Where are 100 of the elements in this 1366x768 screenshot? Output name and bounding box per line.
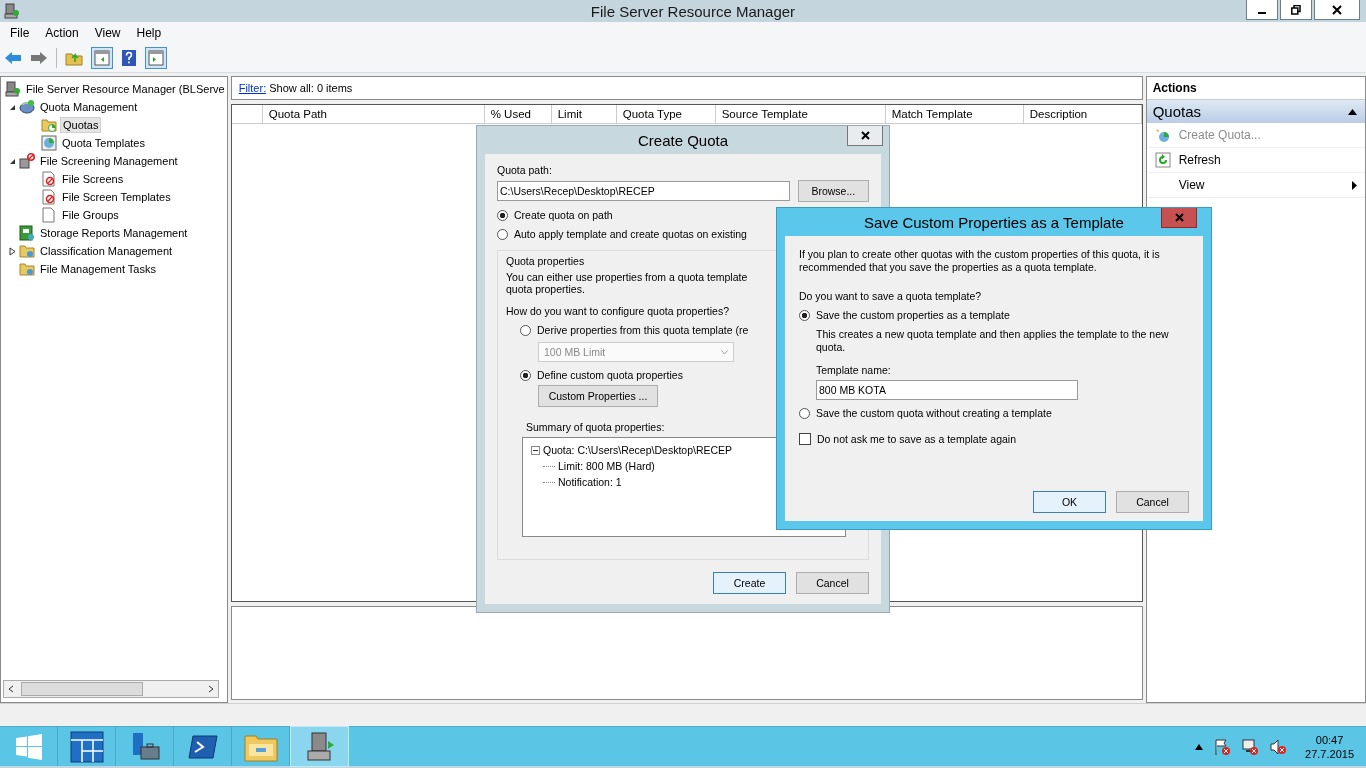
radio-button[interactable]	[520, 369, 531, 381]
default-button[interactable]: OK	[1033, 491, 1106, 513]
submenu-arrow-icon	[1352, 180, 1357, 190]
scroll-thumb[interactable]	[21, 682, 143, 696]
radio-button[interactable]	[799, 407, 810, 419]
dialog-button[interactable]: Cancel	[796, 572, 869, 594]
radio-label: Define custom quota properties	[537, 369, 683, 381]
clock-time: 00:47	[1315, 732, 1344, 747]
radio-label: Auto apply template and create quotas on existing	[514, 228, 747, 240]
dialog-button[interactable]: Cancel	[1116, 491, 1189, 513]
description-text: You can either use properties from a quota template	[506, 271, 748, 283]
summary-label: Summary of quota properties:	[526, 421, 665, 433]
tree-item[interactable]: Storage Reports Management	[38, 226, 190, 240]
horizontal-scrollbar[interactable]	[3, 680, 219, 698]
close-button[interactable]	[1314, 0, 1360, 20]
checkbox-label: Do not ask me to save as a template again	[817, 433, 1017, 445]
folder-up-icon[interactable]	[65, 50, 83, 66]
option-note: This creates a new quota template and then applies the template to the new quota.	[816, 328, 1170, 354]
radio-label: Save the custom properties as a template	[816, 309, 1010, 321]
windows-logo-icon	[15, 733, 42, 760]
folder-icon	[41, 117, 57, 133]
radio-button[interactable]	[497, 228, 508, 240]
expanded-arrow-icon[interactable]	[8, 103, 16, 111]
tree-item: Limit: 800 MB (Hard)	[558, 460, 655, 472]
column-header[interactable]: Limit	[551, 105, 617, 123]
tree-item[interactable]: Classification Management	[38, 244, 175, 258]
radio-button[interactable]	[497, 209, 508, 221]
pie-chart-icon	[41, 135, 57, 151]
question-text: Do you want to save a quota template?	[799, 290, 983, 302]
filter-link[interactable]: Filter:	[238, 82, 267, 94]
column-header[interactable]: % Used	[484, 105, 552, 123]
dialog-title: Save Custom Properties as a Template	[864, 213, 1124, 231]
clock-date: 27.7.2015	[1305, 746, 1354, 761]
description-text: quota properties.	[506, 283, 585, 295]
folder-icon	[19, 261, 35, 277]
tree-item[interactable]: Quotas	[60, 117, 102, 133]
template-name-field[interactable]: 800 MB KOTA	[816, 380, 1078, 400]
browse-button[interactable]: Browse...	[797, 180, 869, 202]
pane-toggle-icon[interactable]	[91, 47, 113, 69]
tree-item[interactable]: File Screen Templates	[60, 190, 173, 204]
restore-icon	[1291, 4, 1301, 15]
tiles-icon	[69, 730, 104, 763]
group-title: Quota properties	[506, 255, 585, 267]
blocked-server-icon	[19, 153, 35, 169]
section-title: Quotas	[1152, 103, 1202, 120]
collapsed-arrow-icon[interactable]	[8, 246, 16, 256]
radio-label: Derive properties from this quota template (re	[537, 324, 749, 336]
command-link[interactable]: Refresh	[1178, 153, 1221, 167]
scroll-left-icon[interactable]	[7, 685, 15, 693]
expanded-arrow-icon[interactable]	[8, 157, 16, 165]
menu-item[interactable]: File	[2, 26, 38, 40]
forward-arrow-icon[interactable]	[30, 51, 48, 65]
field-label: Quota path:	[497, 164, 553, 176]
tree-item[interactable]: File Screens	[60, 172, 126, 186]
tree-item[interactable]: File Management Tasks	[38, 262, 158, 276]
collapse-arrow-icon[interactable]	[1348, 108, 1357, 115]
radio-button[interactable]	[799, 309, 810, 321]
speaker-icon[interactable]	[1269, 737, 1288, 756]
folder-icon	[19, 243, 35, 259]
server-icon	[4, 3, 20, 19]
back-arrow-icon[interactable]	[4, 51, 22, 65]
custom-properties-button[interactable]: Custom Properties ...	[538, 385, 658, 407]
minimize-icon	[1258, 11, 1266, 14]
restore-button[interactable]	[1280, 0, 1312, 20]
new-quota-icon	[1154, 127, 1171, 143]
quota-path-field[interactable]: C:\Users\Recep\Desktop\RECEP	[497, 181, 790, 201]
tree-item[interactable]: Quota Templates	[60, 136, 147, 150]
close-icon	[1174, 213, 1184, 222]
checkbox[interactable]	[799, 433, 811, 445]
command-link[interactable]: View	[1178, 178, 1205, 192]
blocked-document-icon	[41, 189, 57, 205]
default-button[interactable]: Create	[713, 572, 786, 594]
column-header[interactable]: Quota Type	[616, 105, 716, 123]
tree-item[interactable]: File Server Resource Manager (BLServe	[24, 82, 227, 96]
help-icon[interactable]	[121, 49, 137, 67]
show-hidden-icons-icon[interactable]	[1195, 743, 1204, 750]
clock[interactable]: 00:47 27.7.2015	[1305, 732, 1354, 761]
network-icon[interactable]	[1241, 737, 1260, 756]
flag-icon[interactable]	[1213, 737, 1232, 756]
question-text: How do you want to configure quota properties?	[506, 305, 729, 317]
close-button[interactable]	[847, 126, 883, 146]
scroll-right-icon[interactable]	[206, 685, 215, 693]
column-header[interactable]: Source Template	[715, 105, 886, 123]
menu-item[interactable]: View	[86, 26, 129, 40]
tree-item[interactable]: Quota Management	[38, 100, 140, 114]
action-pane-icon[interactable]	[145, 47, 167, 69]
radio-button[interactable]	[520, 324, 531, 336]
report-icon	[19, 225, 35, 241]
actions-section-header[interactable]: Quotas	[1146, 100, 1365, 123]
column-header[interactable]: Quota Path	[262, 105, 485, 123]
tree-item[interactable]: File Screening Management	[38, 154, 180, 168]
column-header[interactable]: Description	[1023, 105, 1142, 123]
column-header[interactable]: Match Template	[885, 105, 1024, 123]
minimize-button[interactable]	[1246, 0, 1278, 20]
intro-text: If you plan to create other quotas with the custom properties of this quota, it is recommended that you save the properties as a quota template.	[799, 248, 1161, 274]
tree-item[interactable]: File Groups	[60, 208, 121, 222]
filter-status: Show all: 0 items	[269, 82, 353, 94]
menu-item[interactable]: Action	[37, 26, 87, 40]
menu-item[interactable]: Help	[128, 26, 170, 40]
collapse-box-icon[interactable]	[531, 445, 540, 455]
